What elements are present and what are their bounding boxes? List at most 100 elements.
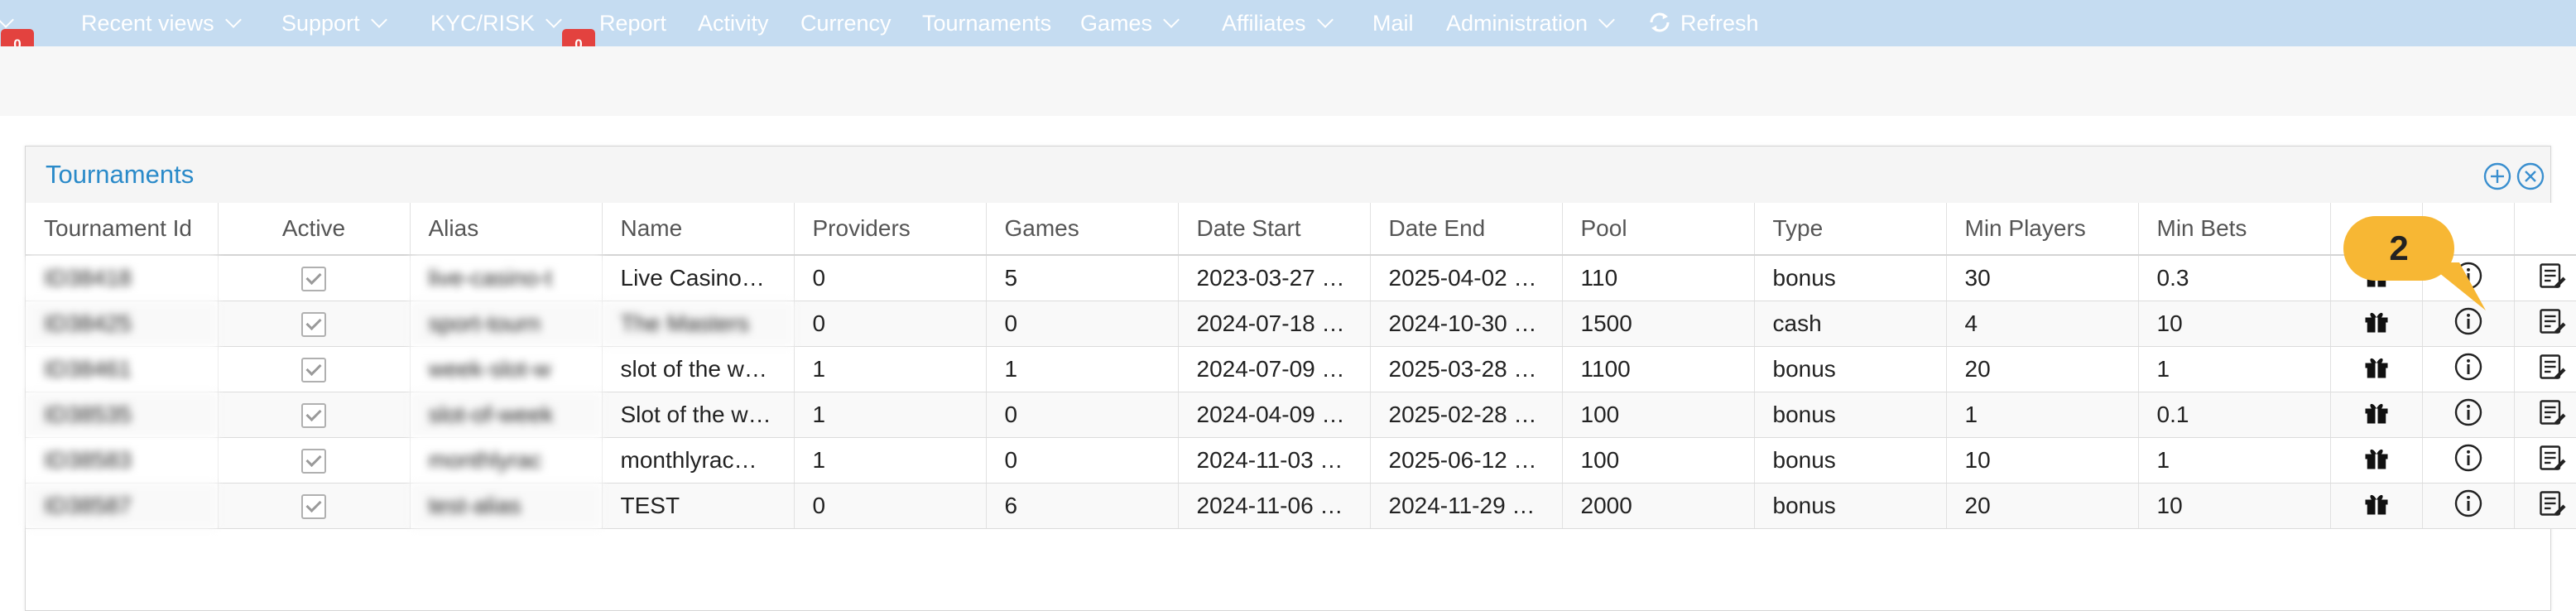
- table-row[interactable]: ID38425 sport-tourn The Masters 0 0 2024-07-1…: [26, 301, 2576, 347]
- cell-pool: 100: [1562, 392, 1755, 438]
- active-checkbox[interactable]: [301, 358, 326, 383]
- edit-list-icon[interactable]: [2537, 399, 2567, 432]
- cell-action: [2514, 346, 2576, 392]
- cell-date-start: 2024-11-03 …: [1178, 437, 1371, 484]
- gift-icon[interactable]: [2362, 449, 2391, 478]
- chevron-down-icon: [370, 12, 387, 28]
- cell-id: ID38425: [26, 301, 219, 347]
- nav-label: KYC/RISK: [430, 11, 536, 36]
- table-row[interactable]: ID38535 slot-of-week Slot of the w… 1 0 2024-…: [26, 392, 2576, 438]
- cell-id: ID38535: [26, 392, 219, 438]
- cell-action: [2422, 392, 2515, 438]
- column-header-active[interactable]: Active: [218, 203, 411, 256]
- tournaments-panel: Tournaments Tournament Id Active Alias N…: [25, 146, 2576, 611]
- column-header-alias[interactable]: Alias: [410, 203, 603, 256]
- edit-list-icon[interactable]: [2537, 490, 2567, 523]
- column-header-games[interactable]: Games: [986, 203, 1179, 256]
- chevron-down-icon: [224, 12, 242, 28]
- active-checkbox[interactable]: [301, 312, 326, 338]
- cell-name: The Masters: [602, 301, 795, 347]
- info-icon[interactable]: [2453, 398, 2483, 432]
- column-header-providers[interactable]: Providers: [794, 203, 987, 256]
- cell-date-start: 2024-11-06 …: [1178, 483, 1371, 529]
- column-header-date-end[interactable]: Date End: [1370, 203, 1563, 256]
- active-checkbox[interactable]: [301, 403, 326, 429]
- cell-id: ID38587: [26, 483, 219, 529]
- active-checkbox[interactable]: [301, 494, 326, 520]
- close-circle-icon[interactable]: [2516, 161, 2545, 191]
- nav-item-tournaments[interactable]: Tournaments: [922, 0, 1051, 46]
- edit-list-icon[interactable]: [2537, 262, 2567, 296]
- edit-list-icon[interactable]: [2537, 445, 2567, 478]
- info-icon[interactable]: [2453, 307, 2483, 341]
- cell-min-players: 20: [1946, 483, 2139, 529]
- nav-item-kyc-risk[interactable]: KYC/RISK: [430, 0, 562, 46]
- nav-item-activity[interactable]: Activity: [698, 0, 769, 46]
- cell-alias: live-casino-t: [410, 255, 603, 301]
- cell-type: bonus: [1754, 392, 1947, 438]
- nav-item-recent-views[interactable]: Recent views: [81, 0, 242, 46]
- cell-providers: 0: [794, 301, 987, 347]
- gift-icon[interactable]: [2362, 358, 2391, 387]
- column-header-min-players[interactable]: Min Players: [1946, 203, 2139, 256]
- cell-name: Live Casino…: [602, 255, 795, 301]
- nav-item-support[interactable]: Support: [281, 0, 387, 46]
- nav-item-mail[interactable]: Mail: [1372, 0, 1414, 46]
- active-checkbox[interactable]: [301, 449, 326, 474]
- cell-min-players: 20: [1946, 346, 2139, 392]
- nav-item-administration[interactable]: Administration: [1446, 0, 1615, 46]
- cell-min-bets: 1: [2138, 346, 2331, 392]
- cell-active: [218, 437, 411, 484]
- cell-type: bonus: [1754, 346, 1947, 392]
- info-icon[interactable]: [2453, 489, 2483, 523]
- edit-list-icon[interactable]: [2537, 308, 2567, 341]
- cell-games: 1: [986, 346, 1179, 392]
- cell-action: [2422, 346, 2515, 392]
- column-header-pool[interactable]: Pool: [1562, 203, 1755, 256]
- cell-alias: slot-of-week: [410, 392, 603, 438]
- gift-icon[interactable]: [2362, 403, 2391, 432]
- cell-type: bonus: [1754, 255, 1947, 301]
- nav-label: Affiliates: [1222, 11, 1306, 36]
- cell-games: 5: [986, 255, 1179, 301]
- cell-pool: 1500: [1562, 301, 1755, 347]
- info-icon[interactable]: [2453, 444, 2483, 478]
- cell-action: [2330, 437, 2423, 484]
- info-icon[interactable]: [2453, 353, 2483, 387]
- column-header-edit: [2514, 203, 2576, 256]
- active-checkbox[interactable]: [301, 267, 326, 292]
- table-row[interactable]: ID38587 test-alias TEST 0 6 2024-11-06 … 2024-…: [26, 483, 2576, 529]
- cell-games: 0: [986, 301, 1179, 347]
- nav-item-affiliates[interactable]: Affiliates: [1222, 0, 1334, 46]
- column-header-type[interactable]: Type: [1754, 203, 1947, 256]
- cell-date-start: 2024-04-09 …: [1178, 392, 1371, 438]
- edit-list-icon[interactable]: [2537, 354, 2567, 387]
- cell-active: [218, 255, 411, 301]
- nav-label: Refresh: [1680, 11, 1759, 36]
- cell-action: [2514, 392, 2576, 438]
- plus-circle-icon[interactable]: [2482, 161, 2512, 191]
- cell-date-end: 2025-04-02 …: [1370, 255, 1563, 301]
- nav-item-currency[interactable]: Currency: [800, 0, 892, 46]
- column-header-tournament-id[interactable]: Tournament Id: [26, 203, 219, 256]
- table-row[interactable]: ID38461 week-slot-w slot of the w… 1 1 2024-0…: [26, 346, 2576, 392]
- table-row[interactable]: ID38418 live-casino-t Live Casino… 0 5 2023-0…: [26, 255, 2576, 301]
- cell-alias: week-slot-w: [410, 346, 603, 392]
- cell-min-players: 30: [1946, 255, 2139, 301]
- column-header-name[interactable]: Name: [602, 203, 795, 256]
- nav-item-games[interactable]: Games: [1080, 0, 1180, 46]
- gift-icon[interactable]: [2362, 312, 2391, 341]
- gift-icon[interactable]: [2362, 494, 2391, 523]
- cell-date-start: 2024-07-09 …: [1178, 346, 1371, 392]
- column-header-min-bets[interactable]: Min Bets: [2138, 203, 2331, 256]
- table-row[interactable]: ID38583 monthlyrac monthlyrac… 1 0 2024-11-03…: [26, 437, 2576, 484]
- cell-date-end: 2025-03-28 …: [1370, 346, 1563, 392]
- nav-item-report[interactable]: Report: [599, 0, 666, 46]
- nav-item-refresh[interactable]: Refresh: [1647, 0, 1759, 46]
- cell-name: monthlyrac…: [602, 437, 795, 484]
- cell-pool: 2000: [1562, 483, 1755, 529]
- column-header-date-start[interactable]: Date Start: [1178, 203, 1371, 256]
- cell-min-bets: 1: [2138, 437, 2331, 484]
- cell-min-players: 1: [1946, 392, 2139, 438]
- top-nav: Recent views Support KYC/RISK Report Act…: [0, 0, 2576, 46]
